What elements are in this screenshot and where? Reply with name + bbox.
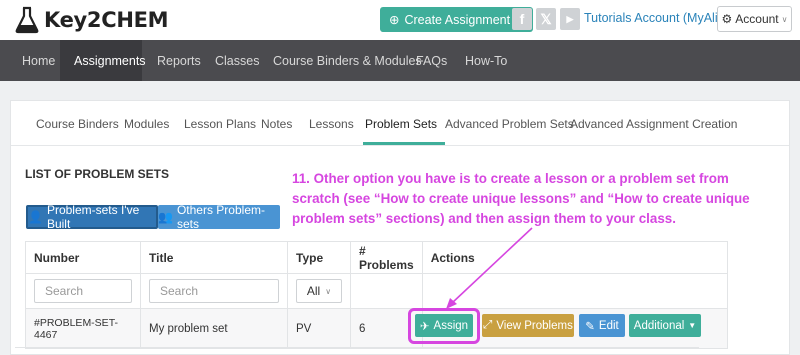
- additional-dropdown-button[interactable]: Additional ▼: [629, 314, 701, 337]
- edit-button[interactable]: ✎ Edit: [579, 314, 625, 337]
- view-problems-button[interactable]: ⤢ View Problems: [482, 314, 574, 337]
- view-problems-label: View Problems: [496, 319, 573, 332]
- assign-highlight-box: [408, 308, 480, 344]
- edit-icon: ✎: [585, 320, 595, 333]
- caret-down-icon: ▼: [688, 321, 697, 330]
- annotation-arrow: [446, 227, 533, 309]
- edit-label: Edit: [598, 319, 619, 332]
- additional-label: Additional: [633, 319, 685, 332]
- expand-icon: ⤢: [483, 319, 493, 331]
